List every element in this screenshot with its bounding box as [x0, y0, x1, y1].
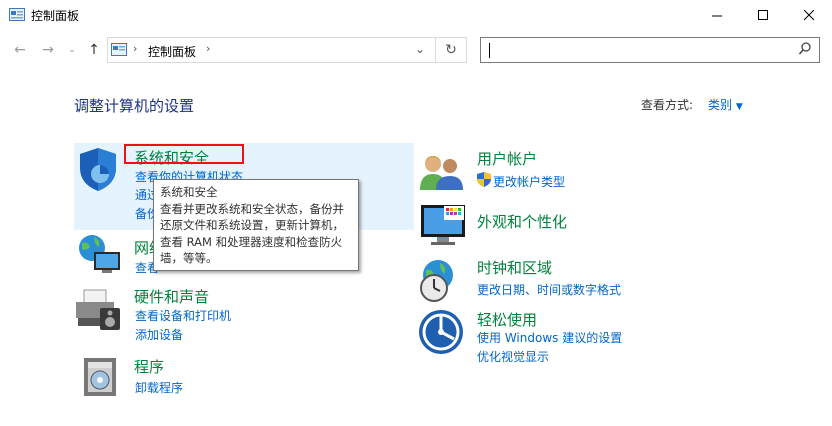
- address-dropdown-icon[interactable]: ⌄: [415, 42, 425, 56]
- window-title: 控制面板: [31, 9, 80, 23]
- close-button[interactable]: [786, 0, 832, 31]
- uninstall-program-link[interactable]: 卸载程序: [135, 379, 183, 396]
- recent-locations-button[interactable]: ⌄: [62, 45, 82, 55]
- tooltip-line: 查看 RAM 和处理器速度和检查防火: [160, 234, 343, 249]
- user-accounts-title[interactable]: 用户帐户: [477, 148, 537, 169]
- up-button[interactable]: ↑: [84, 42, 104, 58]
- view-by-select[interactable]: 类别 ▼: [708, 96, 743, 113]
- up-icon: ↑: [88, 42, 100, 58]
- focus-highlight: [124, 144, 244, 164]
- close-icon: [803, 10, 814, 21]
- programs-title[interactable]: 程序: [134, 356, 164, 377]
- shield-icon: [80, 148, 116, 191]
- page-title: 调整计算机的设置: [74, 97, 195, 115]
- change-date-time-link[interactable]: 更改日期、时间或数字格式: [477, 281, 621, 298]
- clock-region-title[interactable]: 时钟和区域: [477, 257, 552, 278]
- chevron-right-icon[interactable]: ›: [133, 42, 137, 55]
- optimize-display-link[interactable]: 优化视觉显示: [477, 348, 549, 365]
- search-input[interactable]: [480, 37, 820, 63]
- tooltip-line: 墙，等等。: [160, 251, 218, 266]
- ease-of-access-title[interactable]: 轻松使用: [477, 309, 537, 330]
- address-row: ← → ⌄ ↑ › 控制面板 › ⌄ ↻: [0, 31, 832, 71]
- minimize-icon: [711, 15, 722, 17]
- address-bar[interactable]: › 控制面板 › ⌄: [107, 37, 436, 63]
- minimize-button[interactable]: [694, 0, 740, 31]
- forward-button[interactable]: →: [38, 42, 58, 58]
- windows-suggested-settings-link[interactable]: 使用 Windows 建议的设置: [477, 329, 622, 346]
- change-account-type-link[interactable]: 更改帐户类型: [493, 173, 565, 190]
- chevron-right-icon[interactable]: ›: [206, 42, 210, 55]
- breadcrumb[interactable]: 控制面板: [148, 43, 196, 60]
- view-by-label: 查看方式:: [641, 98, 694, 112]
- refresh-button[interactable]: ↻: [436, 37, 467, 63]
- view-by-value[interactable]: 类别: [708, 98, 732, 112]
- control-panel-icon: [9, 8, 25, 21]
- tooltip-line: 还原文件和系统设置，更新计算机，: [160, 218, 344, 233]
- monitor-icon: [421, 205, 465, 245]
- back-button[interactable]: ←: [10, 42, 30, 58]
- network-icon: [79, 235, 120, 273]
- dropdown-icon: ▼: [735, 102, 743, 112]
- maximize-button[interactable]: [740, 0, 786, 31]
- control-panel-icon: [111, 43, 127, 56]
- hardware-sound-title[interactable]: 硬件和声音: [134, 286, 209, 307]
- search-icon: [799, 42, 811, 55]
- forward-icon: →: [42, 42, 54, 58]
- back-icon: ←: [14, 42, 26, 58]
- refresh-icon: ↻: [445, 42, 457, 58]
- users-icon: [420, 156, 463, 190]
- uac-shield-icon: [477, 172, 491, 187]
- text-caret: [489, 43, 490, 58]
- tooltip: 系统和安全 查看并更改系统和安全状态，备份并 还原文件和系统设置，更新计算机， …: [153, 179, 359, 271]
- devices-printers-link[interactable]: 查看设备和打印机: [135, 307, 231, 324]
- programs-icon: [84, 358, 116, 396]
- add-device-link[interactable]: 添加设备: [135, 326, 183, 343]
- maximize-icon: [757, 10, 768, 20]
- dropdown-icon: ⌄: [68, 45, 76, 55]
- printer-icon: [76, 289, 120, 330]
- appearance-title[interactable]: 外观和个性化: [477, 211, 567, 232]
- tooltip-line: 查看并更改系统和安全状态，备份并: [160, 201, 344, 216]
- tooltip-title: 系统和安全: [160, 185, 218, 199]
- accessibility-icon: [419, 310, 463, 354]
- clock-icon: [420, 260, 453, 302]
- title-bar: 控制面板: [0, 0, 832, 31]
